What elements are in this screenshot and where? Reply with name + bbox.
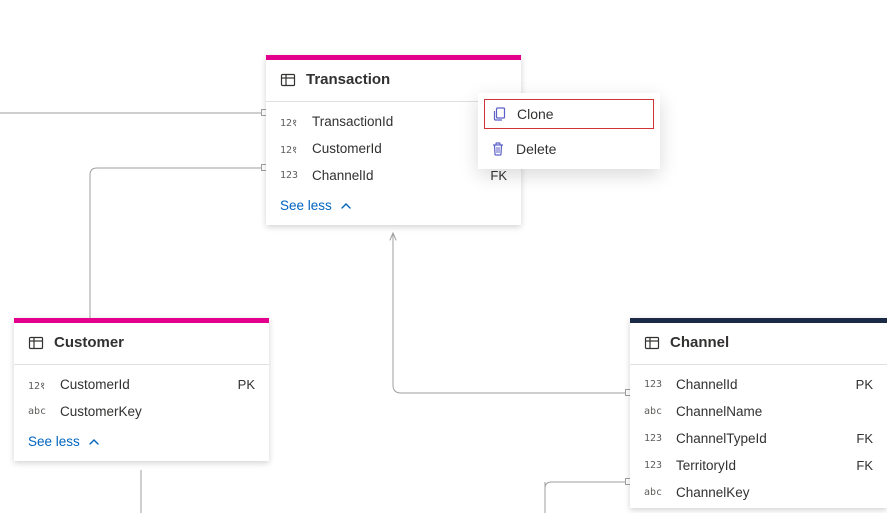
entity-title: Channel — [670, 334, 729, 351]
column-name: TerritoryId — [676, 458, 846, 473]
column-type-badge: 123 — [644, 460, 666, 471]
menu-item-label: Clone — [517, 106, 554, 122]
menu-item-label: Delete — [516, 141, 556, 157]
column-type-badge: abc — [644, 487, 666, 498]
column-name: TransactionId — [312, 114, 497, 129]
column-type-badge: 12१ — [280, 115, 302, 129]
entity-header[interactable]: Customer — [14, 323, 269, 365]
column-row[interactable]: 123 ChannelId PK — [630, 371, 887, 398]
table-icon — [280, 72, 296, 88]
column-name: CustomerId — [60, 377, 228, 392]
column-name: ChannelName — [676, 404, 863, 419]
column-row[interactable]: 123 ChannelTypeId FK — [630, 425, 887, 452]
column-key-badge: FK — [856, 458, 873, 473]
context-menu: Clone Delete — [478, 93, 660, 169]
column-name: ChannelTypeId — [676, 431, 846, 446]
column-key-badge: FK — [490, 168, 507, 183]
menu-item-clone[interactable]: Clone — [484, 99, 654, 129]
column-type-badge: 12१ — [280, 142, 302, 156]
entity-header[interactable]: Channel — [630, 323, 887, 365]
menu-item-delete[interactable]: Delete — [478, 133, 660, 165]
column-key-badge: FK — [856, 431, 873, 446]
column-name: CustomerId — [312, 141, 497, 156]
table-icon — [644, 335, 660, 351]
chevron-up-icon — [88, 436, 100, 448]
column-row[interactable]: abc CustomerKey — [14, 398, 269, 425]
column-key-badge: PK — [238, 377, 255, 392]
copy-icon — [491, 106, 507, 122]
column-type-badge: 123 — [644, 433, 666, 444]
column-type-badge: 123 — [280, 170, 302, 181]
column-type-badge: 123 — [644, 379, 666, 390]
column-type-badge: 12१ — [28, 378, 50, 392]
toggle-label: See less — [280, 198, 332, 213]
column-row[interactable]: abc ChannelKey — [630, 479, 887, 506]
toggle-label: See less — [28, 434, 80, 449]
column-row[interactable]: 123 TerritoryId FK — [630, 452, 887, 479]
entity-channel[interactable]: Channel 123 ChannelId PK abc ChannelName… — [630, 318, 887, 508]
trash-icon — [490, 141, 506, 157]
entity-title: Transaction — [306, 71, 390, 88]
column-list: 123 ChannelId PK abc ChannelName 123 Cha… — [630, 365, 887, 508]
column-row[interactable]: 12१ CustomerId PK — [14, 371, 269, 398]
column-row[interactable]: abc ChannelName — [630, 398, 887, 425]
column-name: ChannelId — [676, 377, 846, 392]
column-name: ChannelKey — [676, 485, 863, 500]
see-less-toggle[interactable]: See less — [266, 191, 521, 225]
chevron-up-icon — [340, 200, 352, 212]
column-type-badge: abc — [644, 406, 666, 417]
see-less-toggle[interactable]: See less — [14, 427, 269, 461]
column-name: ChannelId — [312, 168, 480, 183]
column-list: 12१ CustomerId PK abc CustomerKey — [14, 365, 269, 427]
column-type-badge: abc — [28, 406, 50, 417]
entity-customer[interactable]: Customer 12१ CustomerId PK abc CustomerK… — [14, 318, 269, 461]
entity-title: Customer — [54, 334, 124, 351]
table-icon — [28, 335, 44, 351]
column-name: CustomerKey — [60, 404, 245, 419]
column-key-badge: PK — [856, 377, 873, 392]
